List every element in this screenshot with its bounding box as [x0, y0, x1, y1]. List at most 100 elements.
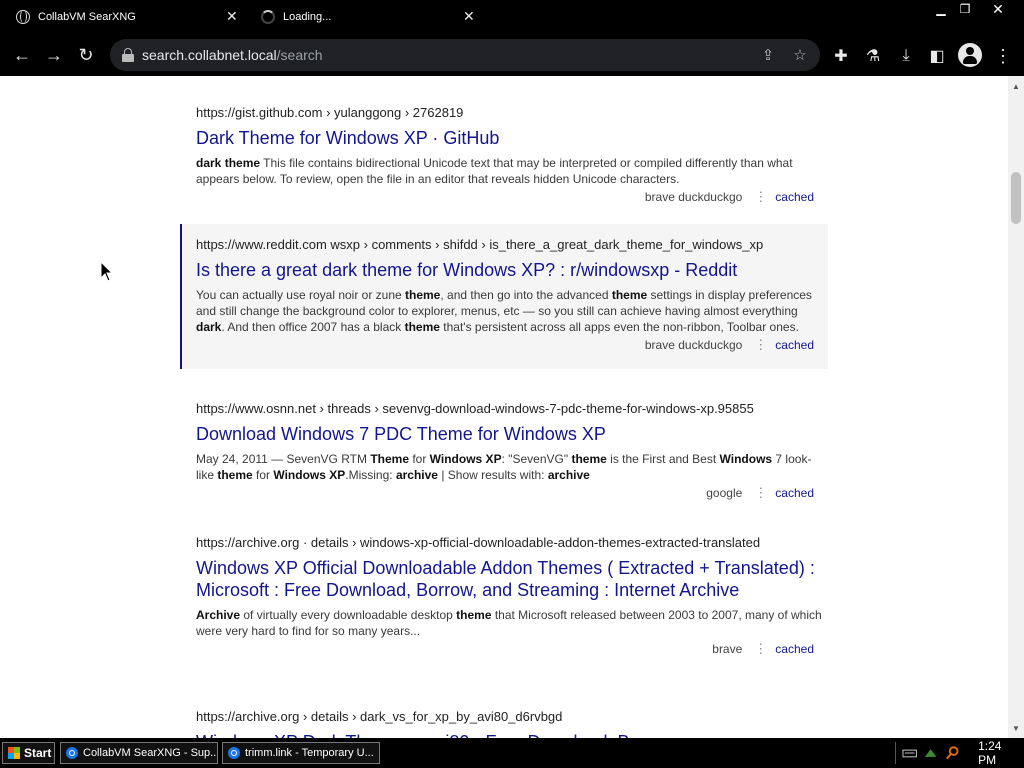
taskbar-item-trimm[interactable]: trimm.link - Temporary U...	[222, 742, 380, 764]
snippet-highlight: Windows	[719, 452, 773, 466]
lock-icon[interactable]	[122, 48, 134, 62]
result-url-host: https://archive.org	[196, 535, 300, 550]
result-url-path: › threads › sevenvg-download-windows-7-p…	[319, 401, 754, 416]
snippet-highlight: archive	[395, 468, 438, 482]
address-bar[interactable]: search.collabnet.local/search ⇪ ☆	[110, 39, 820, 71]
search-result: https://gist.github.com › yulanggong › 2…	[180, 104, 828, 205]
snippet-text: May 24, 2011 — SevenVG RTM	[196, 452, 371, 466]
search-result: https://archive.org · details › windows-…	[180, 534, 828, 657]
minimize-window-icon[interactable]: ▁	[928, 0, 954, 18]
result-engines: brave duckduckgo ⋮ cached	[196, 189, 828, 205]
result-title-link[interactable]: Dark Theme for Windows XP · GitHub	[196, 127, 828, 149]
tab-title: Loading...	[283, 11, 332, 23]
result-title-link[interactable]: Download Windows 7 PDC Theme for Windows…	[196, 423, 828, 445]
snippet-text: that's persistent across all apps even t…	[439, 320, 799, 334]
result-url[interactable]: https://archive.org › details › dark_vs_…	[196, 708, 828, 725]
start-button[interactable]: Start	[2, 742, 55, 764]
start-label: Start	[24, 746, 52, 760]
result-url[interactable]: https://www.reddit.com wsxp › comments ›…	[196, 236, 828, 253]
globe-icon	[16, 10, 30, 24]
profile-avatar-icon[interactable]	[958, 43, 982, 67]
cached-link[interactable]: cached	[775, 486, 814, 500]
tab-bar: CollabVM SearXNG ✕ Loading... ✕ ▁ ❐ ✕	[0, 0, 1024, 34]
search-result: https://www.osnn.net › threads › sevenvg…	[180, 400, 828, 501]
taskbar-item-searxng[interactable]: CollabVM SearXNG - Sup...	[60, 742, 218, 764]
bookmark-star-icon[interactable]: ☆	[790, 45, 810, 65]
cached-link[interactable]: cached	[775, 338, 814, 352]
snippet-highlight: theme	[224, 156, 261, 170]
browser-toolbar: ← → ↻ search.collabnet.local/search ⇪ ☆ …	[0, 34, 1024, 76]
snippet-highlight: dark	[196, 156, 222, 170]
result-url-host: https://www.osnn.net	[196, 401, 316, 416]
back-arrow-icon[interactable]: ←	[7, 34, 37, 76]
network-icon[interactable]	[923, 745, 938, 761]
cached-link[interactable]: cached	[775, 190, 814, 204]
browser-icon	[66, 747, 78, 759]
snippet-highlight: Windows XP	[429, 452, 502, 466]
snippet-highlight: archive	[547, 468, 590, 482]
forward-arrow-icon[interactable]: →	[39, 34, 69, 76]
task-label: trimm.link - Temporary U...	[245, 747, 374, 759]
tab-loading[interactable]: Loading... ✕	[255, 2, 480, 32]
snippet-highlight: theme	[217, 468, 253, 482]
separator-dots-icon: ⋮	[754, 189, 768, 204]
result-snippet: Archive of virtually every downloadable …	[196, 607, 828, 639]
close-window-icon[interactable]: ✕	[985, 0, 1011, 18]
result-snippet: You can actually use royal noir or zune …	[196, 287, 828, 335]
vertical-scrollbar[interactable]: ▲ ▼	[1008, 76, 1024, 738]
search-result: https://www.reddit.com wsxp › comments ›…	[180, 224, 828, 369]
result-url[interactable]: https://archive.org · details › windows-…	[196, 534, 828, 551]
scroll-thumb[interactable]	[1011, 172, 1021, 224]
result-url[interactable]: https://gist.github.com › yulanggong › 2…	[196, 104, 828, 121]
download-icon[interactable]: ⤓	[895, 45, 917, 67]
scroll-up-arrow-icon[interactable]: ▲	[1012, 82, 1020, 91]
snippet-highlight: theme	[611, 288, 648, 302]
tab-title: CollabVM SearXNG	[38, 11, 136, 23]
url-text[interactable]: search.collabnet.local/search	[142, 47, 323, 63]
result-url-host: https://www.reddit.com	[196, 237, 327, 252]
engine-label: brave	[712, 642, 743, 656]
cached-link[interactable]: cached	[775, 642, 814, 656]
result-title-link[interactable]: Windows XP Dark Theme ... avi80 - Free D…	[196, 731, 828, 738]
engine-label: duckduckgo	[678, 338, 743, 352]
result-engines: brave ⋮ cached	[196, 641, 828, 657]
result-snippet: May 24, 2011 — SevenVG RTM Theme for Win…	[196, 451, 828, 483]
separator-dots-icon: ⋮	[754, 641, 768, 656]
system-tray: 1:24 PM	[895, 739, 1021, 767]
scroll-down-arrow-icon[interactable]: ▼	[1012, 724, 1020, 733]
result-engines: google ⋮ cached	[196, 485, 828, 501]
close-tab-icon[interactable]: ✕	[463, 8, 475, 25]
browser-icon	[228, 747, 240, 759]
snippet-highlight: theme	[456, 608, 492, 622]
side-panel-icon[interactable]: ◧	[926, 45, 948, 67]
close-tab-icon[interactable]: ✕	[226, 8, 238, 25]
snippet-highlight: theme	[405, 288, 441, 302]
labs-flask-icon[interactable]: ⚗	[862, 45, 884, 67]
keyboard-icon[interactable]	[902, 745, 917, 761]
snippet-text: This file contains bidirectional Unicode…	[196, 156, 793, 186]
extensions-puzzle-icon[interactable]: ✚	[830, 45, 852, 67]
search-result: https://archive.org › details › dark_vs_…	[180, 708, 828, 738]
result-url-path: › details › dark_vs_for_xp_by_avi80_d6rv…	[302, 709, 563, 724]
snippet-text: You can actually use royal noir or zune	[196, 288, 406, 302]
result-url[interactable]: https://www.osnn.net › threads › sevenvg…	[196, 400, 828, 417]
result-title-link[interactable]: Windows XP Official Downloadable Addon T…	[196, 557, 828, 601]
snippet-highlight: theme	[404, 320, 440, 334]
reload-icon[interactable]: ↻	[71, 34, 101, 76]
restore-window-icon[interactable]: ❐	[952, 0, 978, 18]
tab-collabvm-searxng[interactable]: CollabVM SearXNG ✕	[10, 2, 245, 32]
engine-label: brave	[644, 190, 675, 204]
result-url-path: › yulanggong › 2762819	[326, 105, 464, 120]
snippet-highlight: theme	[571, 452, 607, 466]
result-title-link[interactable]: Is there a great dark theme for Windows …	[196, 259, 828, 281]
url-path: /search	[276, 47, 323, 63]
snippet-text: is the First and Best	[606, 452, 720, 466]
result-url-path: · details › windows-xp-official-download…	[302, 535, 761, 550]
search-tray-icon[interactable]	[945, 745, 960, 761]
snippet-highlight: Archive	[196, 608, 241, 622]
result-url-host: https://gist.github.com	[196, 105, 323, 120]
url-host: search.collabnet.local	[142, 47, 277, 63]
more-menu-icon[interactable]: ⋮	[992, 45, 1014, 67]
share-icon[interactable]: ⇪	[758, 45, 778, 65]
engine-label: duckduckgo	[678, 190, 743, 204]
